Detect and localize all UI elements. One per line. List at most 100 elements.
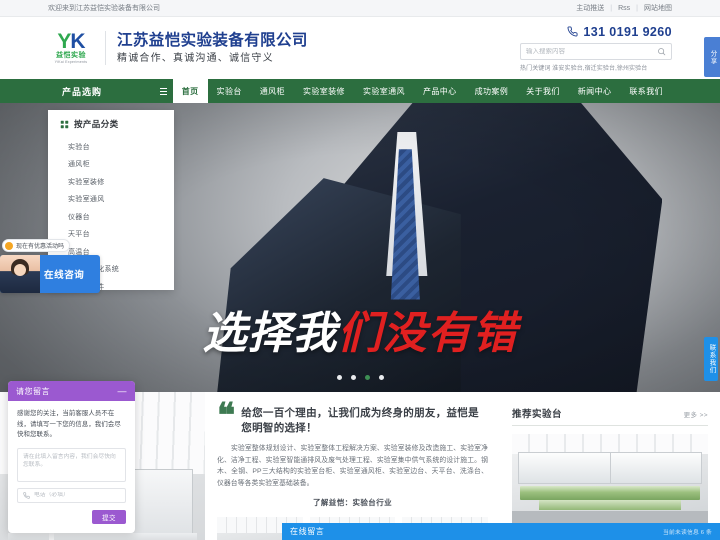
nav-menu-button[interactable] <box>154 79 173 103</box>
top-bar-links: 主动推送 | Rss | 网站地图 <box>576 3 672 13</box>
chat-widget: 现在有优惠活动吗 在线咨询 <box>0 239 105 293</box>
top-link-sitemap[interactable]: 网站地图 <box>644 3 672 13</box>
search-icon[interactable] <box>657 47 666 56</box>
intro-title: 给您一百个理由，让我们成为终身的朋友，益恺是您明智的选择！ <box>241 407 479 434</box>
nav-item-lab-renovation[interactable]: 实验室装修 <box>294 79 354 103</box>
dropdown-title: 按产品分类 <box>74 119 119 129</box>
logo-mark-icon: YK 益恺实验 YiKai Experiments <box>48 28 94 68</box>
carousel-dot-1[interactable] <box>336 375 342 380</box>
recommend-bench-back <box>539 500 681 511</box>
carousel-dot-3[interactable] <box>364 375 370 380</box>
banner-slogan-red: 们没有错 <box>337 309 518 358</box>
logo-divider <box>105 31 106 65</box>
company-name: 江苏益恺实验装备有限公司 <box>117 31 308 49</box>
nav-category-title[interactable]: 产品选购 <box>48 79 154 103</box>
main-nav: 产品选购 首页 实验台 通风柜 实验室装修 实验室通风 产品中心 成功案例 关于… <box>0 79 720 103</box>
logo-cn-text: 益恺实验 <box>56 51 86 59</box>
nav-item-cases[interactable]: 成功案例 <box>466 79 518 103</box>
chat-promo-bubble[interactable]: 现在有优惠活动吗 <box>2 239 71 252</box>
nav-item-products[interactable]: 产品中心 <box>414 79 466 103</box>
recommend-title: 推荐实验台 <box>512 409 563 420</box>
nav-items: 首页 实验台 通风柜 实验室装修 实验室通风 产品中心 成功案例 关于我们 新闻… <box>172 79 672 103</box>
recommend-more-link[interactable]: 更多 >> <box>684 409 708 419</box>
header-right: 131 0191 9260 热门关键词 淮安实验台,宿迁实验台,徐州实验台 <box>520 25 672 72</box>
carousel-dot-2[interactable] <box>350 375 356 380</box>
contact-us-tab[interactable]: 联系我们 <box>704 337 718 381</box>
dropdown-item-lab-bench[interactable]: 实验台 <box>48 138 174 156</box>
page-root: 欢迎来到江苏益恺实验装备有限公司 主动推送 | Rss | 网站地图 YK 益恺… <box>0 0 720 540</box>
search-input[interactable] <box>526 47 657 55</box>
message-panel-header: 请您留言 — <box>8 381 135 401</box>
nav-item-contact[interactable]: 联系我们 <box>620 79 672 103</box>
phone-number: 131 0191 9260 <box>583 24 672 39</box>
phone-icon <box>567 26 578 37</box>
nav-item-lab-ventilation[interactable]: 实验室通风 <box>354 79 414 103</box>
nav-item-news[interactable]: 新闻中心 <box>569 79 621 103</box>
dropdown-header: 按产品分类 <box>48 118 174 138</box>
grid-icon <box>60 120 69 128</box>
nav-item-lab-bench[interactable]: 实验台 <box>208 79 251 103</box>
message-phone-input[interactable] <box>34 492 120 498</box>
top-link-separator-1: | <box>610 4 613 12</box>
banner-slogan-white: 选择我 <box>202 309 338 358</box>
recommend-header: 推荐实验台 更多 >> <box>512 406 708 426</box>
intro-more-link[interactable]: 了解益恺：实验台行业 <box>217 497 488 508</box>
nav-item-home[interactable]: 首页 <box>172 79 208 103</box>
lab-bench-front <box>8 532 197 540</box>
nav-item-about[interactable]: 关于我们 <box>517 79 569 103</box>
message-panel-title: 请您留言 <box>16 386 50 396</box>
online-consult-card[interactable]: 在线咨询 <box>0 255 100 293</box>
dropdown-item-lab-renovation[interactable]: 实验室装修 <box>48 173 174 191</box>
nav-item-fume-hood[interactable]: 通风柜 <box>251 79 294 103</box>
hot-keywords-label: 热门关键词 <box>520 65 551 72</box>
top-link-push[interactable]: 主动推送 <box>576 3 604 13</box>
quote-mark-icon: ❝ <box>217 398 236 435</box>
online-message-title: 在线留言 <box>290 527 325 536</box>
share-tab[interactable]: 分享 <box>704 37 720 77</box>
banner-slogan: 选择我们没有错 <box>0 311 720 357</box>
dropdown-item-fume-hood[interactable]: 通风柜 <box>48 156 174 174</box>
dropdown-item-instrument-bench[interactable]: 仪器台 <box>48 208 174 226</box>
logo[interactable]: YK 益恺实验 YiKai Experiments 江苏益恺实验装备有限公司 精… <box>48 28 308 68</box>
unread-count-text: 当前未读信息 6 条 <box>662 530 712 536</box>
message-panel-body: 感谢您的关注，当前客服人员不在线，请填写一下您的信息，我们会尽快和您联系。 提交 <box>8 401 135 533</box>
recommend-window <box>517 452 703 484</box>
phone-block: 131 0191 9260 <box>567 25 672 39</box>
online-message-bar[interactable]: 在线留言 当前未读信息 6 条 <box>282 523 720 540</box>
recommend-bench-front <box>519 485 701 500</box>
top-bar: 欢迎来到江苏益恺实验装备有限公司 主动推送 | Rss | 网站地图 <box>0 0 720 17</box>
hot-keywords: 热门关键词 淮安实验台,宿迁实验台,徐州实验台 <box>520 63 647 72</box>
hamburger-icon <box>159 87 167 95</box>
carousel-dot-4[interactable] <box>378 375 384 380</box>
agent-avatar <box>0 255 40 293</box>
intro-body: 实验室整体规划设计、实验室整体工程解决方案、实验室装修及改造施工、实验室净化、洁… <box>217 445 488 487</box>
top-link-separator-2: | <box>636 4 638 12</box>
message-intro-text: 感谢您的关注，当前客服人员不在线，请填写一下您的信息，我们会尽快和您联系。 <box>17 410 121 438</box>
minimize-icon[interactable]: — <box>118 386 128 396</box>
logo-en-text: YiKai Experiments <box>54 59 88 64</box>
site-header: YK 益恺实验 YiKai Experiments 江苏益恺实验装备有限公司 精… <box>0 17 720 79</box>
logo-letter-k: K <box>70 29 85 53</box>
message-phone-field[interactable] <box>17 487 126 503</box>
company-slogan: 精诚合作、真诚沟通、诚信守义 <box>117 52 274 64</box>
message-textarea[interactable] <box>17 447 126 482</box>
chat-promo-text: 现在有优惠活动吗 <box>16 244 65 250</box>
recommend-column: 推荐实验台 更多 >> <box>502 392 720 540</box>
welcome-text: 欢迎来到江苏益恺实验装备有限公司 <box>48 5 160 12</box>
top-link-rss[interactable]: Rss <box>618 5 630 12</box>
message-submit-button[interactable]: 提交 <box>92 509 126 524</box>
recommend-product-image[interactable] <box>512 434 708 526</box>
promo-icon <box>5 241 13 250</box>
intro-heading: ❝ 给您一百个理由，让我们成为终身的朋友，益恺是您明智的选择！ <box>217 398 488 436</box>
search-box[interactable] <box>520 42 672 60</box>
banner-carousel-dots <box>0 375 720 380</box>
intro-column: ❝ 给您一百个理由，让我们成为终身的朋友，益恺是您明智的选择！ 实验室整体规划设… <box>205 392 502 540</box>
logo-yk-letters: YK <box>57 29 85 53</box>
phone-icon <box>23 491 30 499</box>
online-consult-label: 在线咨询 <box>44 270 85 281</box>
dropdown-item-lab-ventilation[interactable]: 实验室通风 <box>48 191 174 209</box>
recommend-ceiling <box>512 434 708 455</box>
hot-keywords-list[interactable]: 淮安实验台,宿迁实验台,徐州实验台 <box>552 66 647 72</box>
search-block: 热门关键词 淮安实验台,宿迁实验台,徐州实验台 <box>520 42 672 72</box>
logo-text-block: 江苏益恺实验装备有限公司 精诚合作、真诚沟通、诚信守义 <box>117 32 308 65</box>
